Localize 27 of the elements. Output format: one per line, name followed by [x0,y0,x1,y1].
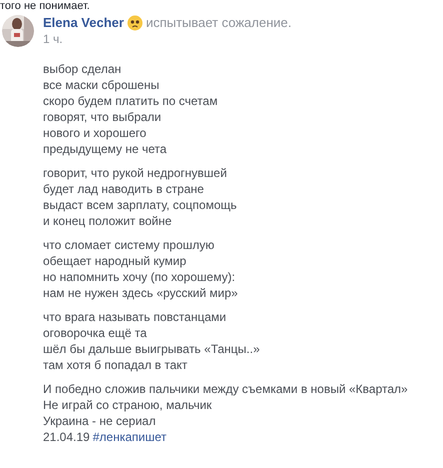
poem-line: нового и хорошего [43,125,148,141]
feeling-text: испытывает сожаление. [146,14,292,32]
poem-line: Не играй со страною, мальчик [43,397,213,413]
poem-line: нам не нужен здесь «русский мир» [43,285,239,301]
poem-line: но напомнить хочу (по хорошему): [43,269,236,285]
poem-line: там хотя б попадал в такт [43,357,188,373]
poem-line: будет лад наводить в стране [43,181,205,197]
poem-line: оговорочка ещё та [43,325,148,341]
comment-text: того не понимает. [0,0,90,13]
poem-line: скоро будем платить по счетам [43,93,219,109]
post-date: 21.04.19 [43,429,90,445]
poem-line: И победно сложив пальчики между съемками в новый «Квартал» [43,381,408,397]
poem-line: Украина - не сериал [43,413,157,429]
poem-line: предыдущему не чета [43,141,168,157]
poem-line: обещает народный кумир [43,253,188,269]
poem-line: говорят, что выбрали [43,109,162,125]
poem-line: и конец положит войне [43,213,173,229]
sad-face-icon [126,14,143,30]
poem-line: выдаст всем зарплату, соцпомощь [43,197,238,213]
poem-line: шёл бы дальше выигрывать «Танцы..» [43,341,261,357]
poem-line: все маски сброшены [43,77,160,93]
poem-line: что врага называть повстанцами [43,309,228,325]
author-name[interactable]: Elena Vecher [43,12,124,32]
poem-line: говорит, что рукой недрогнувшей [43,165,228,181]
hashtag-link[interactable]: #ленкапишет [92,429,166,445]
poem-line: что сломает систему прошлую [43,237,216,253]
poem-line: выбор сделан [43,61,122,77]
